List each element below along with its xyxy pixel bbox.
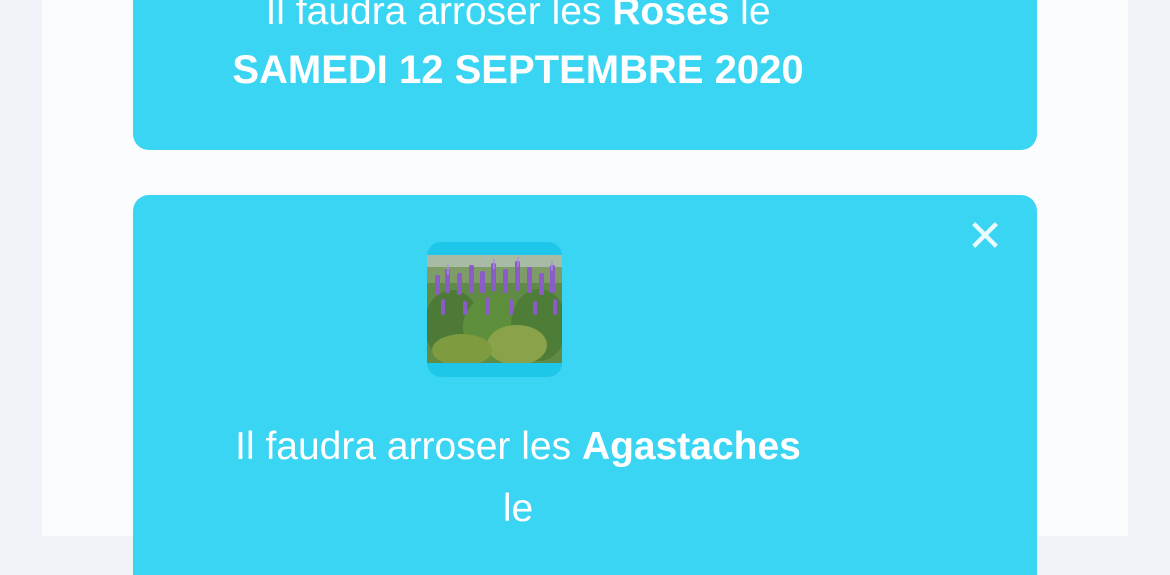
reminder-text-line: Il faudra arroser les Agastaches bbox=[133, 425, 903, 469]
agastache-image bbox=[427, 255, 562, 363]
close-icon[interactable]: ✕ bbox=[963, 215, 1007, 259]
page-content: Il faudra arroser les Roses le SAMEDI 12… bbox=[42, 0, 1128, 575]
reminder-prefix: Il faudra arroser les bbox=[265, 0, 613, 33]
plant-name: Agastaches bbox=[581, 425, 801, 468]
reminder-prefix: Il faudra arroser les bbox=[235, 425, 582, 468]
plant-name: Roses bbox=[612, 0, 730, 33]
plant-thumbnail bbox=[427, 242, 562, 377]
reminder-suffix: le bbox=[729, 0, 771, 33]
reminder-card-roses: Il faudra arroser les Roses le SAMEDI 12… bbox=[133, 0, 1037, 150]
reminder-text-line: Il faudra arroser les Roses le bbox=[133, 0, 903, 34]
reminder-suffix: le bbox=[502, 487, 534, 530]
reminder-date: SAMEDI 12 SEPTEMBRE 2020 bbox=[232, 48, 804, 92]
reminder-card-agastaches: ✕ Il faudra arroser les Agastaches le bbox=[133, 195, 1037, 575]
